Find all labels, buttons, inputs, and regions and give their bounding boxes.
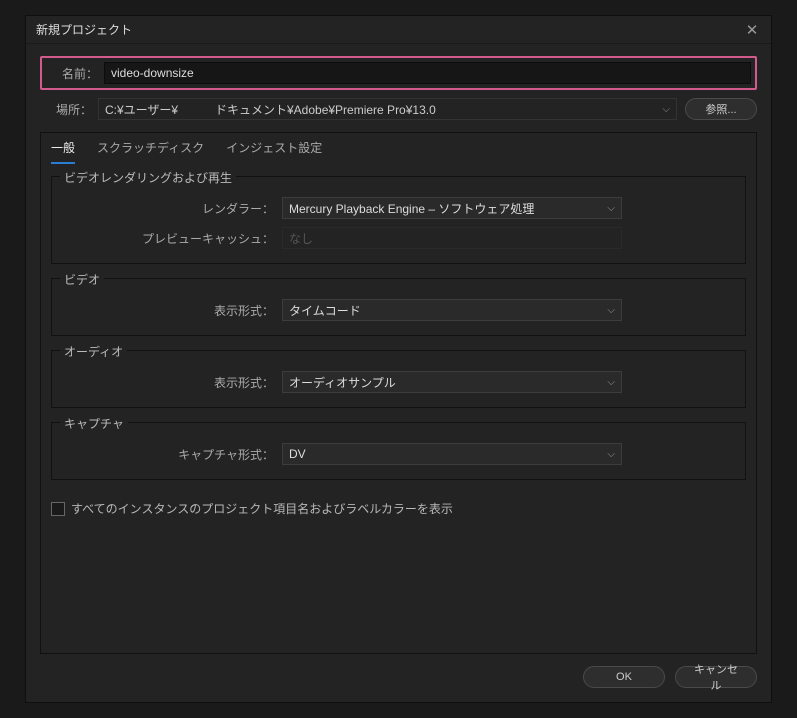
video-format-value: タイムコード [289,302,361,319]
titlebar: 新規プロジェクト ✕ [26,16,771,44]
dialog-footer: OK キャンセル [26,654,771,702]
settings-panel: 一般 スクラッチディスク インジェスト設定 ビデオレンダリングおよび再生 レンダ… [40,132,757,654]
location-path-2: ドキュメント¥Adobe¥Premiere Pro¥13.0 [215,101,436,118]
video-format-dropdown[interactable]: タイムコード ⌵ [282,299,622,321]
new-project-dialog: 新規プロジェクト ✕ 名前： 場所： C:¥ユーザー¥ ドキュメント¥Adobe… [25,15,772,703]
capture-format-dropdown[interactable]: DV ⌵ [282,443,622,465]
chevron-down-icon: ⌵ [607,449,615,460]
capture-format-label: キャプチャ形式： [66,446,282,463]
renderer-value: Mercury Playback Engine – ソフトウェア処理 [289,200,534,217]
group-title-audio: オーディオ [60,343,127,360]
group-video-rendering: ビデオレンダリングおよび再生 レンダラー： Mercury Playback E… [51,176,746,264]
location-dropdown[interactable]: C:¥ユーザー¥ ドキュメント¥Adobe¥Premiere Pro¥13.0 … [98,98,677,120]
audio-format-label: 表示形式： [66,374,282,391]
name-label: 名前： [46,65,104,82]
chevron-down-icon: ⌵ [607,305,615,316]
tab-bar: 一般 スクラッチディスク インジェスト設定 [41,133,756,164]
cancel-button[interactable]: キャンセル [675,666,757,688]
location-path-1: C:¥ユーザー¥ [105,101,215,118]
group-title-video: ビデオ [60,271,104,288]
project-name-input[interactable] [104,62,751,84]
group-capture: キャプチャ キャプチャ形式： DV ⌵ [51,422,746,480]
renderer-label: レンダラー： [66,200,282,217]
dialog-content: 名前： 場所： C:¥ユーザー¥ ドキュメント¥Adobe¥Premiere P… [26,44,771,654]
show-labels-checkbox[interactable] [51,502,65,516]
capture-format-value: DV [289,447,306,461]
tab-general[interactable]: 一般 [51,139,75,164]
group-video: ビデオ 表示形式： タイムコード ⌵ [51,278,746,336]
dialog-title: 新規プロジェクト [36,21,132,38]
chevron-down-icon: ⌵ [607,203,615,214]
close-icon[interactable]: ✕ [743,21,761,39]
location-label: 場所： [40,101,98,118]
show-labels-label: すべてのインスタンスのプロジェクト項目名およびラベルカラーを表示 [71,500,453,517]
preview-cache-label: プレビューキャッシュ： [66,230,282,247]
browse-button[interactable]: 参照... [685,98,757,120]
ok-button[interactable]: OK [583,666,665,688]
tab-ingest-settings[interactable]: インジェスト設定 [226,139,322,164]
panel-body: ビデオレンダリングおよび再生 レンダラー： Mercury Playback E… [41,164,756,494]
group-title-rendering: ビデオレンダリングおよび再生 [60,169,236,186]
name-highlight-box: 名前： [40,56,757,90]
preview-cache-value: なし [289,230,313,247]
show-labels-row: すべてのインスタンスのプロジェクト項目名およびラベルカラーを表示 [41,494,756,523]
renderer-dropdown[interactable]: Mercury Playback Engine – ソフトウェア処理 ⌵ [282,197,622,219]
group-audio: オーディオ 表示形式： オーディオサンプル ⌵ [51,350,746,408]
preview-cache-dropdown: なし [282,227,622,249]
audio-format-dropdown[interactable]: オーディオサンプル ⌵ [282,371,622,393]
audio-format-value: オーディオサンプル [289,374,396,391]
video-format-label: 表示形式： [66,302,282,319]
chevron-down-icon: ⌵ [662,104,670,115]
tab-scratch-disks[interactable]: スクラッチディスク [97,139,204,164]
group-title-capture: キャプチャ [60,415,128,432]
chevron-down-icon: ⌵ [607,377,615,388]
